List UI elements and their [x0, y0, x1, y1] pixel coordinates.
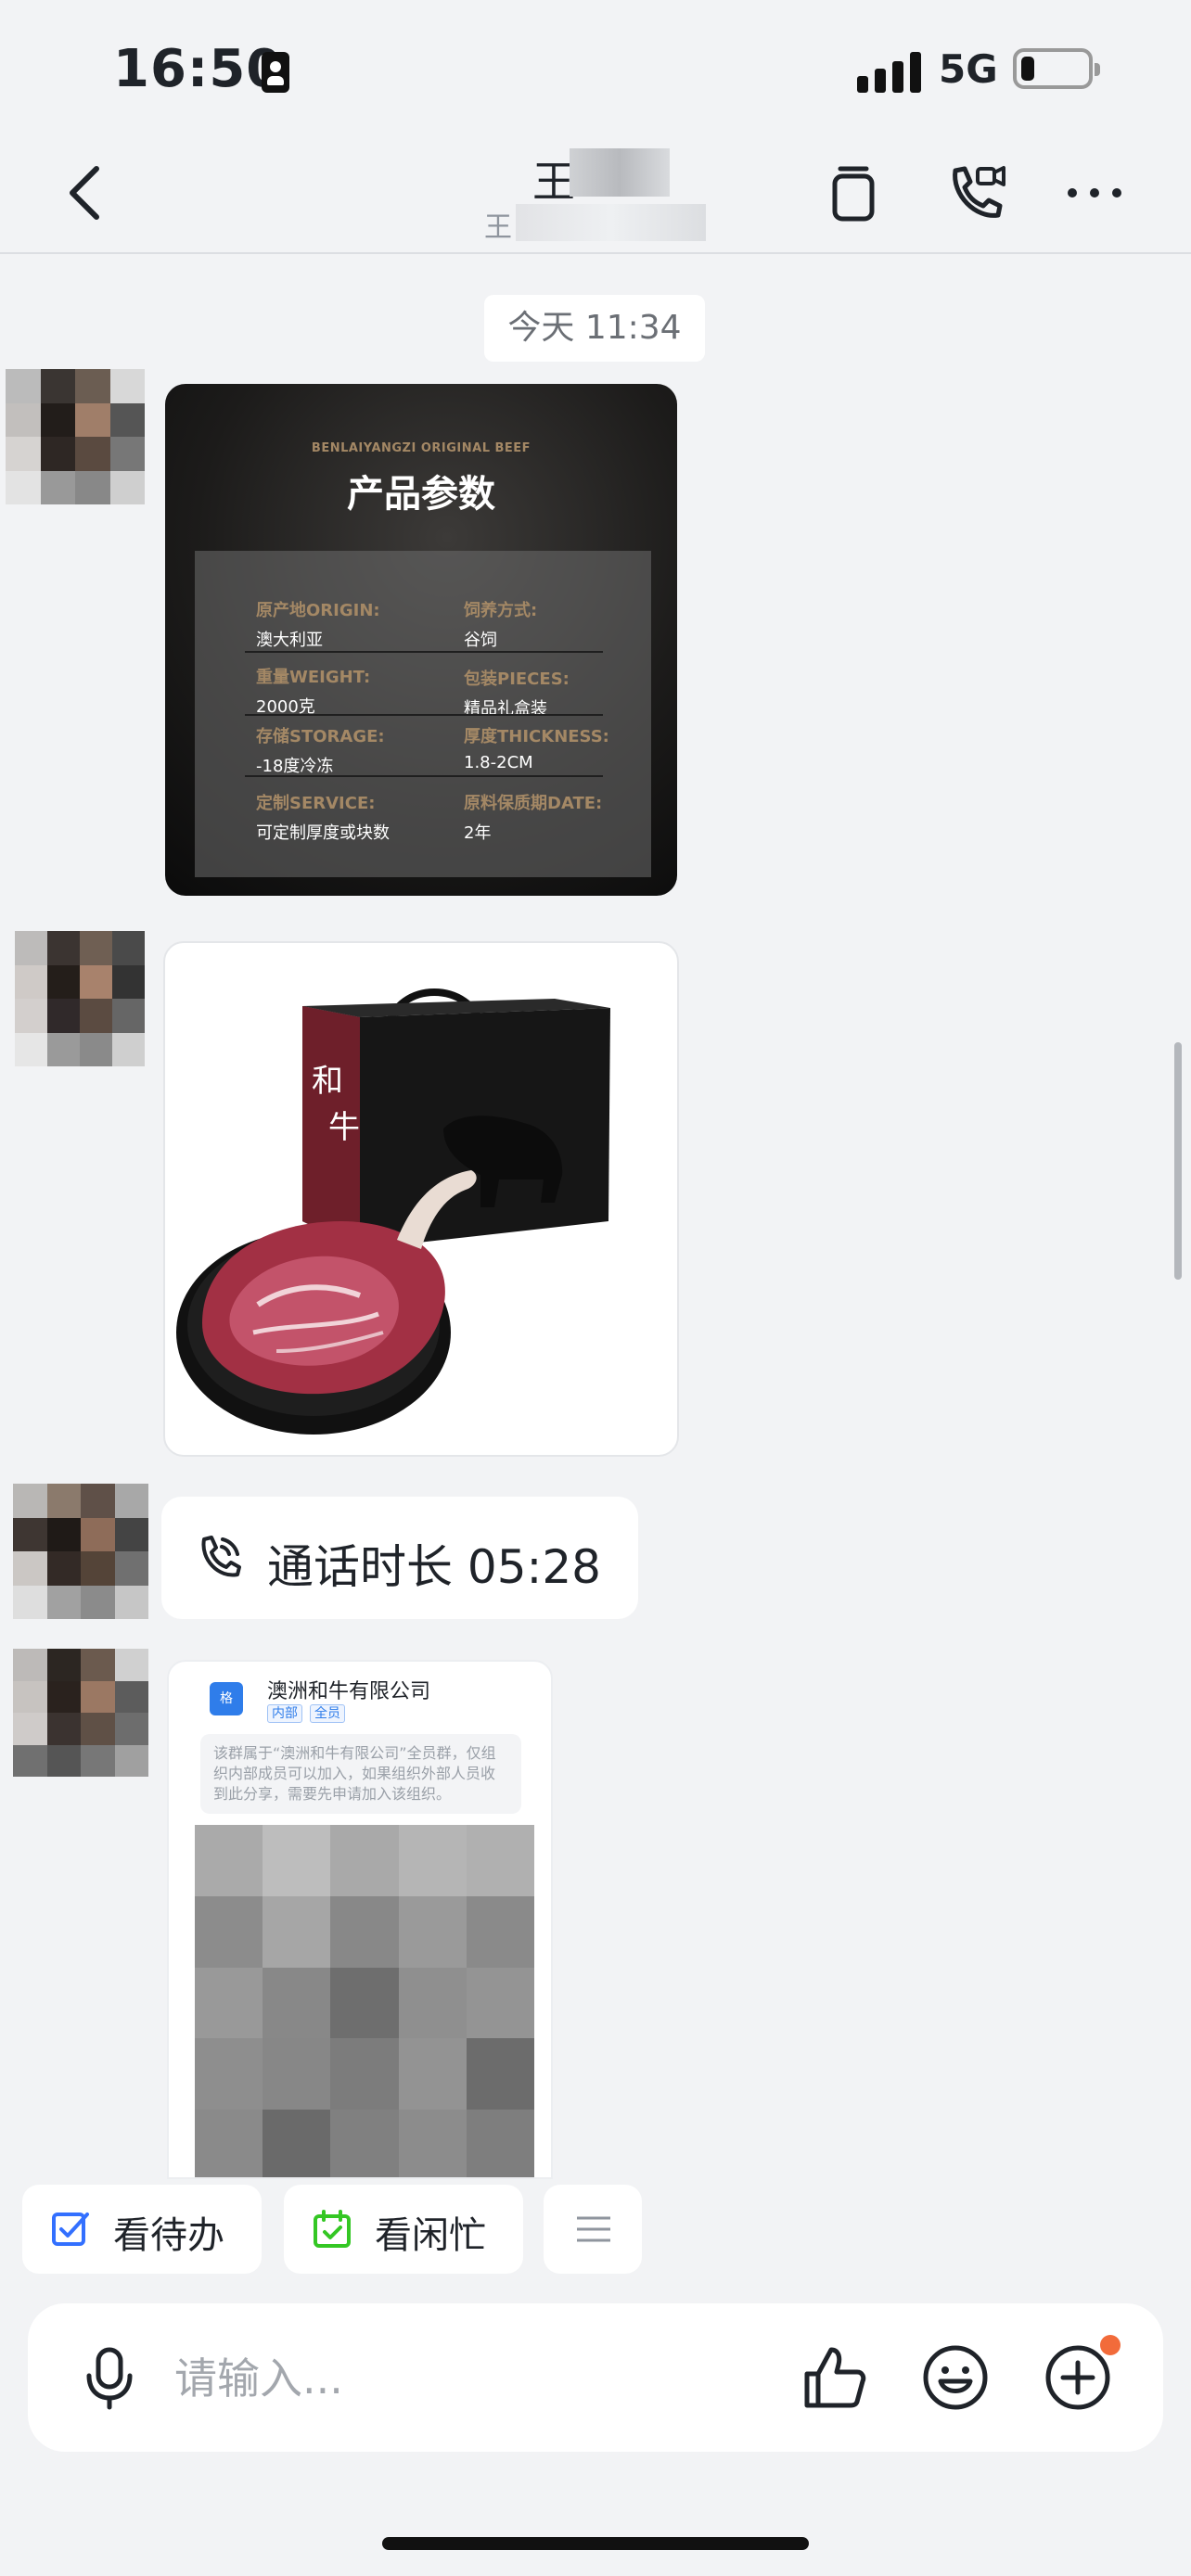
- home-indicator[interactable]: [382, 2537, 809, 2550]
- status-time: 16:50: [113, 39, 284, 99]
- param-label: 包装PIECES:: [464, 670, 570, 689]
- battery-icon: [1013, 48, 1100, 89]
- org-logo: 格: [210, 1682, 243, 1715]
- menu-icon: [577, 2216, 610, 2242]
- chevron-left-icon[interactable]: [54, 159, 121, 226]
- subtitle-redacted: [516, 204, 706, 241]
- todo-check-icon: [52, 2213, 89, 2246]
- plus-icon[interactable]: [1043, 2342, 1113, 2413]
- message-input[interactable]: [173, 2340, 770, 2417]
- org-name: 澳洲和牛有限公司: [267, 1680, 431, 1703]
- id-card-icon: [262, 52, 289, 93]
- view-availability-label: 看闲忙: [375, 2214, 486, 2257]
- box-text-2: 牛: [328, 1109, 360, 1146]
- product-params-image[interactable]: BENLAIYANGZI ORIGINAL BEEF 产品参数 原产地ORIGI…: [165, 384, 677, 896]
- params-brand: BENLAIYANGZI ORIGINAL BEEF: [311, 441, 531, 455]
- signal-icon: [857, 46, 922, 93]
- product-image[interactable]: 和 牛: [163, 941, 679, 1457]
- call-duration-text: 通话时长 05:28: [267, 1540, 601, 1594]
- avatar[interactable]: [13, 1484, 148, 1619]
- param-value: 2年: [464, 823, 492, 843]
- notification-dot: [1100, 2335, 1121, 2355]
- network-type: 5G: [939, 46, 998, 92]
- view-todo-label: 看待办: [113, 2214, 224, 2257]
- avatar[interactable]: [13, 1649, 148, 1777]
- param-value: 澳大利亚: [256, 631, 323, 650]
- qr-code-redacted: [195, 1825, 534, 2177]
- view-availability-button[interactable]: 看闲忙: [284, 2185, 523, 2274]
- org-share-card[interactable]: 格 澳洲和牛有限公司 内部 全员 该群属于“澳洲和牛有限公司”全员群，仅组织内部…: [167, 1660, 553, 2179]
- param-value: 1.8-2CM: [464, 753, 533, 772]
- avatar[interactable]: [15, 931, 145, 1066]
- scrollbar[interactable]: [1174, 1042, 1182, 1280]
- param-value: -18度冷冻: [256, 757, 334, 776]
- video-call-icon[interactable]: [939, 156, 1013, 230]
- params-table: 原产地ORIGIN: 澳大利亚 饲养方式: 谷饲 重量WEIGHT: 2000克 包装…: [195, 551, 651, 877]
- param-value: 可定制厚度或块数: [256, 823, 390, 843]
- microphone-icon[interactable]: [76, 2344, 143, 2411]
- param-value: 谷饲: [464, 631, 497, 650]
- call-record-bubble[interactable]: 通话时长 05:28: [161, 1497, 638, 1619]
- thumbs-up-icon[interactable]: [800, 2342, 870, 2413]
- param-label: 原产地ORIGIN:: [256, 601, 380, 620]
- message-input-bar: [28, 2303, 1163, 2452]
- tag-internal: 内部: [267, 1704, 302, 1723]
- org-description: 该群属于“澳洲和牛有限公司”全员群，仅组织内部成员可以加入，如果组织外部人员收到…: [200, 1734, 521, 1814]
- box-text: 和: [312, 1063, 343, 1100]
- emoji-icon[interactable]: [920, 2342, 991, 2413]
- calendar-icon: [314, 2210, 351, 2248]
- message-timestamp: 今天 11:34: [484, 295, 705, 362]
- wagyu-gift-box-illustration: 和 牛: [176, 988, 610, 1435]
- more-actions-button[interactable]: [544, 2185, 642, 2274]
- phone-icon: [201, 1536, 241, 1577]
- param-label: 原料保质期DATE:: [464, 794, 603, 813]
- param-label: 重量WEIGHT:: [256, 668, 371, 687]
- more-icon[interactable]: [1057, 156, 1132, 230]
- param-value: 精品礼盒装: [464, 699, 547, 719]
- param-label: 厚度THICKNESS:: [464, 727, 609, 746]
- params-title: 产品参数: [347, 473, 495, 516]
- param-label: 定制SERVICE:: [256, 794, 376, 813]
- param-label: 饲养方式:: [464, 601, 538, 620]
- chat-subtitle: 王: [484, 211, 512, 244]
- avatar[interactable]: [6, 369, 145, 504]
- tag-all-members: 全员: [310, 1704, 345, 1723]
- view-todo-button[interactable]: 看待办: [22, 2185, 262, 2274]
- copy-icon[interactable]: [816, 156, 890, 230]
- title-redacted: [570, 148, 670, 197]
- param-label: 存储STORAGE:: [256, 727, 385, 746]
